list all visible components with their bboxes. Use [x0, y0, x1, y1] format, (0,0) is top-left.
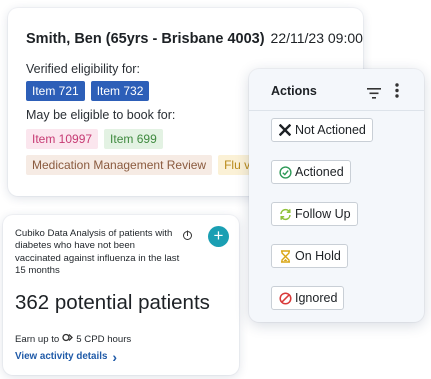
add-button[interactable]: +: [208, 226, 229, 247]
view-activity-label: View activity details: [15, 351, 108, 362]
cpd-line: Earn up to 5 CPD hours: [15, 332, 131, 346]
medication-review-tag[interactable]: Medication Management Review: [26, 155, 213, 175]
not-actioned-label: Not Actioned: [295, 123, 366, 137]
may-eligible-label: May be eligible to book for:: [26, 108, 176, 122]
appointment-date: 22/11/23 09:00: [270, 30, 363, 46]
filter-icon[interactable]: [367, 86, 381, 104]
ban-icon: [278, 291, 292, 305]
item-tag-732[interactable]: Item 732: [90, 81, 150, 101]
may-eligible-items: Item 10997 Item 699: [26, 129, 163, 149]
cpd-value: 5 CPD hours: [76, 333, 132, 345]
insight-title: Cubiko Data Analysis of patients with di…: [15, 228, 180, 277]
on-hold-button[interactable]: On Hold: [271, 244, 348, 268]
cubiko-insight-card: Cubiko Data Analysis of patients with di…: [3, 215, 239, 375]
hourglass-icon: [278, 249, 292, 263]
item-tag-10997[interactable]: Item 10997: [26, 129, 99, 149]
actioned-button[interactable]: Actioned: [271, 160, 351, 184]
verified-items: Item 721 Item 732: [26, 81, 150, 101]
item-tag-699[interactable]: Item 699: [104, 129, 163, 149]
follow-up-label: Follow Up: [295, 207, 351, 221]
potential-patients-count: 362 potential patients: [15, 291, 210, 314]
not-actioned-button[interactable]: Not Actioned: [271, 118, 373, 142]
follow-up-button[interactable]: Follow Up: [271, 202, 358, 226]
view-activity-link[interactable]: View activity details ›: [15, 348, 118, 365]
item-tag-721[interactable]: Item 721: [26, 81, 85, 101]
cpd-prefix: Earn up to: [15, 333, 60, 345]
check-circle-icon: [278, 165, 292, 179]
cpd-icon: [62, 332, 74, 346]
patient-header: Smith, Ben (65yrs - Brisbane 4003) 22/11…: [26, 30, 363, 47]
chevron-right-icon: ›: [112, 348, 118, 365]
verified-label: Verified eligibility for:: [26, 62, 140, 76]
on-hold-label: On Hold: [295, 249, 341, 263]
ignored-label: Ignored: [295, 291, 338, 305]
info-icon[interactable]: i: [183, 231, 192, 240]
refresh-icon: [278, 207, 292, 221]
patient-name: Smith, Ben (65yrs - Brisbane 4003): [26, 31, 265, 47]
more-vertical-icon[interactable]: [395, 83, 399, 103]
x-icon: [278, 123, 292, 137]
ignored-button[interactable]: Ignored: [271, 286, 345, 310]
actions-title: Actions: [271, 84, 317, 98]
actions-divider: [249, 110, 424, 111]
more-items: Medication Management Review Flu v: [26, 155, 257, 175]
actions-panel: Actions Not Actioned Actioned Follow Up …: [249, 69, 424, 322]
actioned-label: Actioned: [295, 165, 344, 179]
